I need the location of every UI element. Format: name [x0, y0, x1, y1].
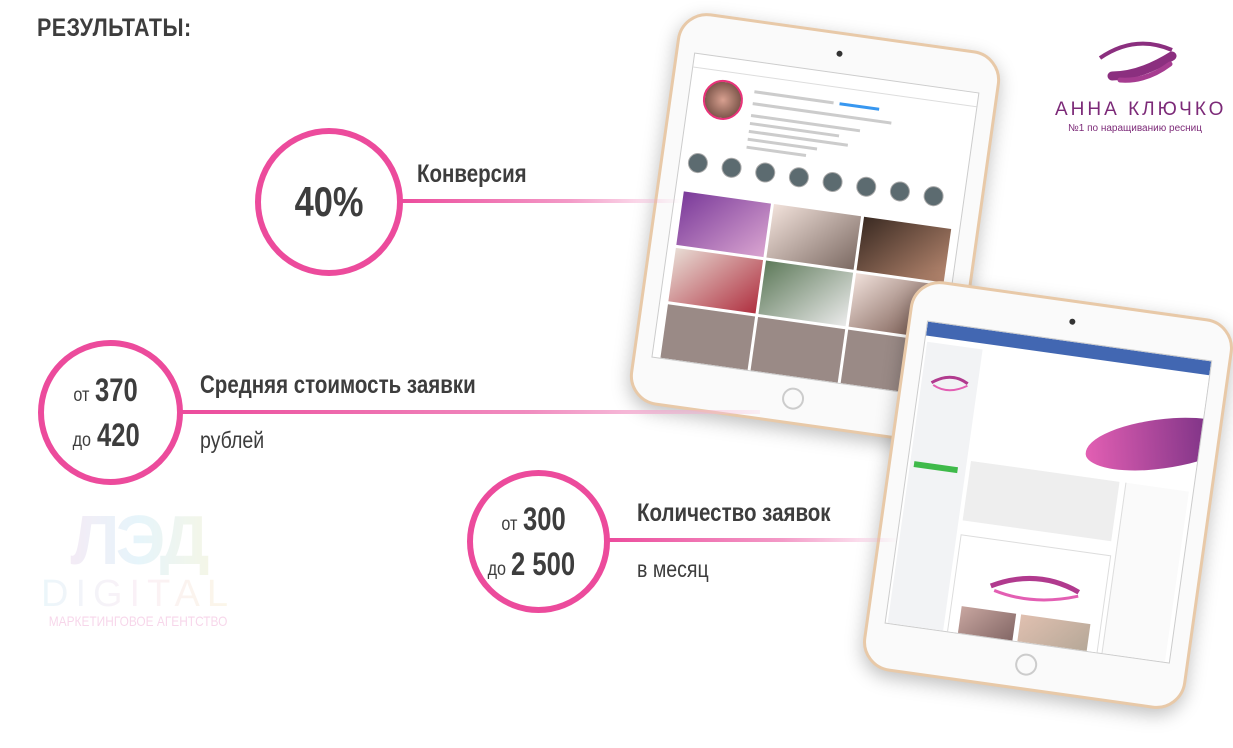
cost-from-label: от	[73, 384, 90, 406]
facebook-page-screenshot	[884, 320, 1213, 664]
cost-to-row: до 420	[71, 417, 150, 454]
brand-tagline: №1 по наращиванию ресниц	[1068, 123, 1202, 134]
tablet-home-button	[780, 386, 806, 412]
count-to-label: до	[487, 558, 506, 580]
cost-to-value: 420	[96, 416, 140, 453]
count-from-row: от 300	[500, 501, 576, 538]
agency-watermark: ЛЭД DIGITAL МАРКЕТИНГОВОЕ АГЕНТСТВО	[33, 505, 243, 629]
conversion-value: 40%	[294, 178, 364, 225]
tablet-home-button	[1013, 652, 1039, 678]
brand-name: АННА КЛЮЧКО	[1055, 99, 1227, 120]
count-title: Количество заявок	[637, 499, 831, 527]
count-from-label: от	[501, 513, 518, 535]
agency-watermark-subtitle: МАРКЕТИНГОВОЕ АГЕНТСТВО	[48, 613, 228, 629]
eye-logo-icon	[989, 575, 1081, 602]
agency-logo-icon: ЛЭД	[33, 505, 243, 575]
facebook-products	[962, 460, 1120, 542]
metric-circle-count: от 300 до 2 500	[467, 470, 610, 613]
count-to-row: до 2 500	[486, 546, 592, 583]
page-heading: РЕЗУЛЬТАТЫ:	[37, 14, 192, 42]
post-photo	[953, 606, 1017, 664]
tablet-camera-icon	[836, 50, 843, 58]
feather-icon	[1083, 413, 1213, 475]
profile-avatar	[700, 77, 746, 123]
facebook-post	[942, 534, 1112, 664]
connector-line-conversion	[400, 199, 682, 203]
cost-unit: рублей	[200, 427, 265, 453]
eye-logo-icon	[930, 375, 969, 392]
eye-lashes-icon	[1098, 41, 1177, 83]
count-from-value: 300	[523, 500, 566, 537]
count-to-value: 2 500	[511, 545, 576, 582]
connector-line-cost	[180, 410, 760, 414]
tablet-camera-icon	[1068, 318, 1076, 326]
count-unit: в месяц	[637, 556, 709, 582]
metric-circle-cost: от 370 до 420	[38, 340, 183, 485]
cost-from-value: 370	[95, 371, 138, 408]
tablet-facebook-mockup	[859, 277, 1233, 713]
metric-circle-conversion: 40%	[255, 128, 403, 276]
cost-to-label: до	[72, 429, 92, 451]
connector-line-count	[608, 538, 898, 542]
conversion-title: Конверсия	[417, 160, 527, 188]
agency-watermark-title: DIGITAL	[33, 575, 243, 613]
cost-title: Средняя стоимость заявки	[200, 371, 476, 399]
cost-from-row: от 370	[72, 372, 148, 409]
brand-logo: АННА КЛЮЧКО №1 по наращиванию ресниц	[1055, 36, 1227, 134]
